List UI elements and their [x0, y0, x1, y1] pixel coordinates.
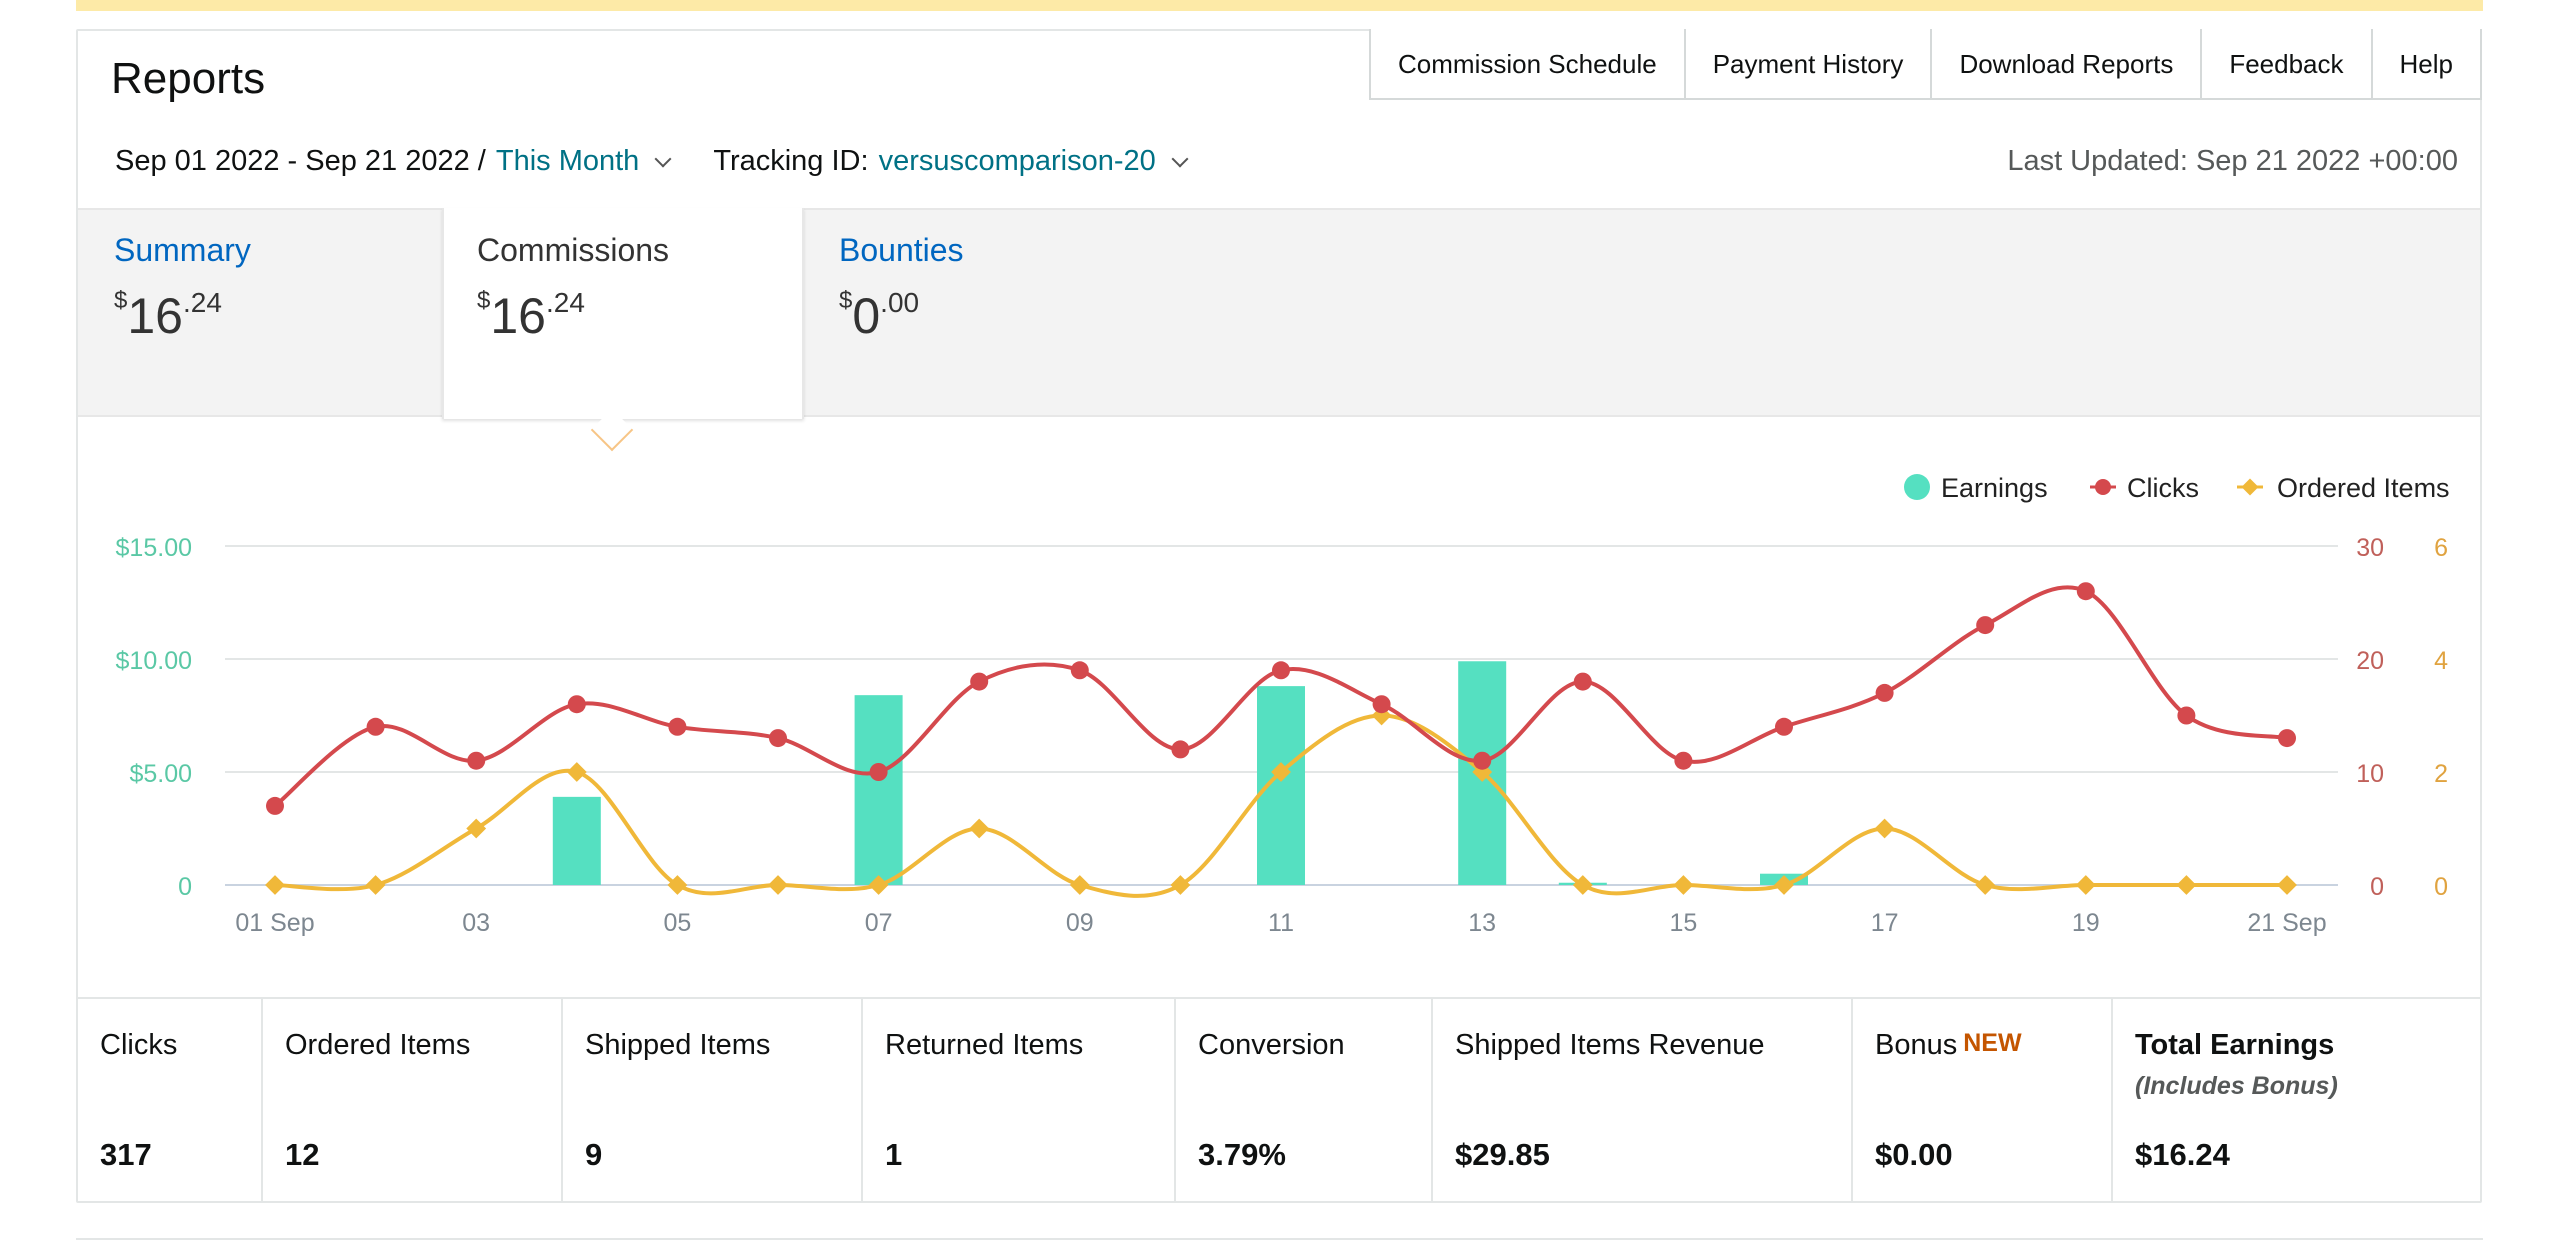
stat-ordered-items: Ordered Items 12: [263, 999, 563, 1203]
x-tick-label: 21 Sep: [2247, 909, 2326, 937]
stat-value: $0.00: [1875, 1137, 1953, 1172]
stat-shipped-items: Shipped Items 9: [563, 999, 863, 1203]
stats-row: Clicks 317 Ordered Items 12 Shipped Item…: [78, 997, 2480, 1203]
y-right-clicks-tick: 10: [2356, 760, 2384, 788]
stat-shipped-revenue: Shipped Items Revenue $29.85: [1433, 999, 1853, 1203]
x-tick-label: 15: [1669, 909, 1697, 937]
clicks-point: [366, 717, 385, 736]
x-tick-label: 11: [1268, 909, 1294, 937]
y-right-clicks-tick: 30: [2356, 534, 2384, 562]
y-right-items-tick: 2: [2434, 760, 2448, 788]
x-tick-label: 03: [462, 909, 490, 937]
ordered-items-point: [2075, 875, 2096, 895]
legend-items-label: Ordered Items: [2277, 473, 2450, 503]
y-left-tick: $5.00: [129, 760, 192, 788]
ordered-items-point: [1975, 875, 1996, 895]
clicks-point: [2278, 729, 2296, 748]
ordered-items-point: [365, 875, 386, 895]
earnings-bar: [1257, 686, 1305, 885]
ordered-items-point: [466, 818, 487, 839]
y-left-tick: 0: [178, 873, 192, 901]
clicks-point: [668, 717, 687, 736]
stat-value: 317: [100, 1137, 152, 1172]
y-right-clicks-tick: 20: [2356, 647, 2384, 675]
x-tick-label: 05: [663, 909, 691, 937]
new-badge: NEW: [1963, 1029, 2022, 1057]
ordered-items-point: [1874, 818, 1895, 839]
stat-value: 1: [885, 1137, 903, 1172]
legend-clicks-label: Clicks: [2127, 473, 2199, 503]
y-right-items-tick: 0: [2434, 873, 2448, 901]
y-left-tick: $15.00: [116, 534, 192, 562]
stat-bonus: Bonus NEW $0.00: [1853, 999, 2113, 1203]
x-tick-label: 07: [865, 909, 893, 937]
clicks-point: [1070, 661, 1089, 680]
y-right-clicks-tick: 0: [2370, 873, 2384, 901]
clicks-point: [1272, 661, 1290, 680]
stat-label: Shipped Items Revenue: [1455, 1029, 1765, 1061]
stat-sublabel: (Includes Bonus): [2135, 1072, 2338, 1100]
legend-earnings-swatch: [1904, 474, 1930, 500]
ordered-items-point: [2277, 875, 2297, 895]
clicks-point: [1674, 751, 1693, 770]
legend-items-swatch: [2241, 478, 2259, 496]
stat-label: Ordered Items: [285, 1029, 471, 1061]
clicks-point: [2177, 706, 2196, 725]
y-left-tick: $10.00: [116, 647, 192, 675]
clicks-point: [1875, 683, 1894, 702]
clicks-point: [467, 751, 486, 770]
y-right-items-tick: 4: [2434, 647, 2448, 675]
stat-value: 3.79%: [1198, 1137, 1286, 1172]
stat-clicks: Clicks 317: [78, 999, 263, 1203]
stat-value: $16.24: [2135, 1137, 2230, 1172]
stat-label: Bonus NEW: [1875, 1029, 2022, 1061]
clicks-point: [1573, 672, 1592, 691]
x-tick-label: 17: [1871, 909, 1899, 937]
clicks-point: [1171, 740, 1190, 759]
ordered-items-point: [969, 818, 990, 839]
clicks-point: [266, 796, 284, 815]
legend-clicks-swatch: [2095, 479, 2111, 495]
clicks-point: [970, 672, 989, 691]
stat-value: 12: [285, 1137, 320, 1172]
stat-total-earnings: Total Earnings (Includes Bonus) $16.24: [2113, 999, 2480, 1203]
clicks-point: [869, 763, 888, 781]
clicks-point: [1775, 717, 1793, 736]
y-right-items-tick: 6: [2434, 534, 2448, 562]
clicks-point: [769, 729, 787, 748]
stat-label: Returned Items: [885, 1029, 1084, 1061]
stat-conversion: Conversion 3.79%: [1176, 999, 1433, 1203]
stat-label: Shipped Items: [585, 1029, 771, 1061]
x-tick-label: 19: [2072, 909, 2100, 937]
stat-value: 9: [585, 1137, 603, 1172]
ordered-items-point: [2176, 875, 2197, 895]
x-tick-label: 13: [1468, 909, 1496, 937]
ordered-items-point: [1069, 875, 1090, 895]
stat-label: Conversion: [1198, 1029, 1345, 1061]
earnings-bar: [552, 796, 601, 885]
earnings-chart: $15.00$10.00$5.0003020100642001 Sep 03 05 0…: [116, 473, 2450, 937]
stat-value: $29.85: [1455, 1137, 1550, 1172]
ordered-items-point: [1673, 875, 1694, 895]
earnings-bar: [854, 695, 903, 885]
x-tick-label: 09: [1066, 909, 1094, 937]
clicks-point: [1473, 751, 1492, 770]
clicks-point: [567, 695, 586, 714]
stat-label: Total Earnings (Includes Bonus): [2135, 1029, 2338, 1100]
clicks-point: [1976, 616, 1995, 635]
stat-label: Clicks: [100, 1029, 178, 1061]
ordered-items-point: [768, 875, 788, 895]
legend-earnings-label: Earnings: [1941, 473, 2048, 503]
clicks-point: [2076, 582, 2095, 601]
x-tick-label: 01 Sep: [235, 909, 314, 937]
clicks-point: [1372, 695, 1391, 714]
stat-returned-items: Returned Items 1: [863, 999, 1176, 1203]
ordered-items-point: [265, 875, 285, 895]
ordered-items-point: [566, 762, 587, 782]
next-card-edge: [76, 1238, 2483, 1247]
